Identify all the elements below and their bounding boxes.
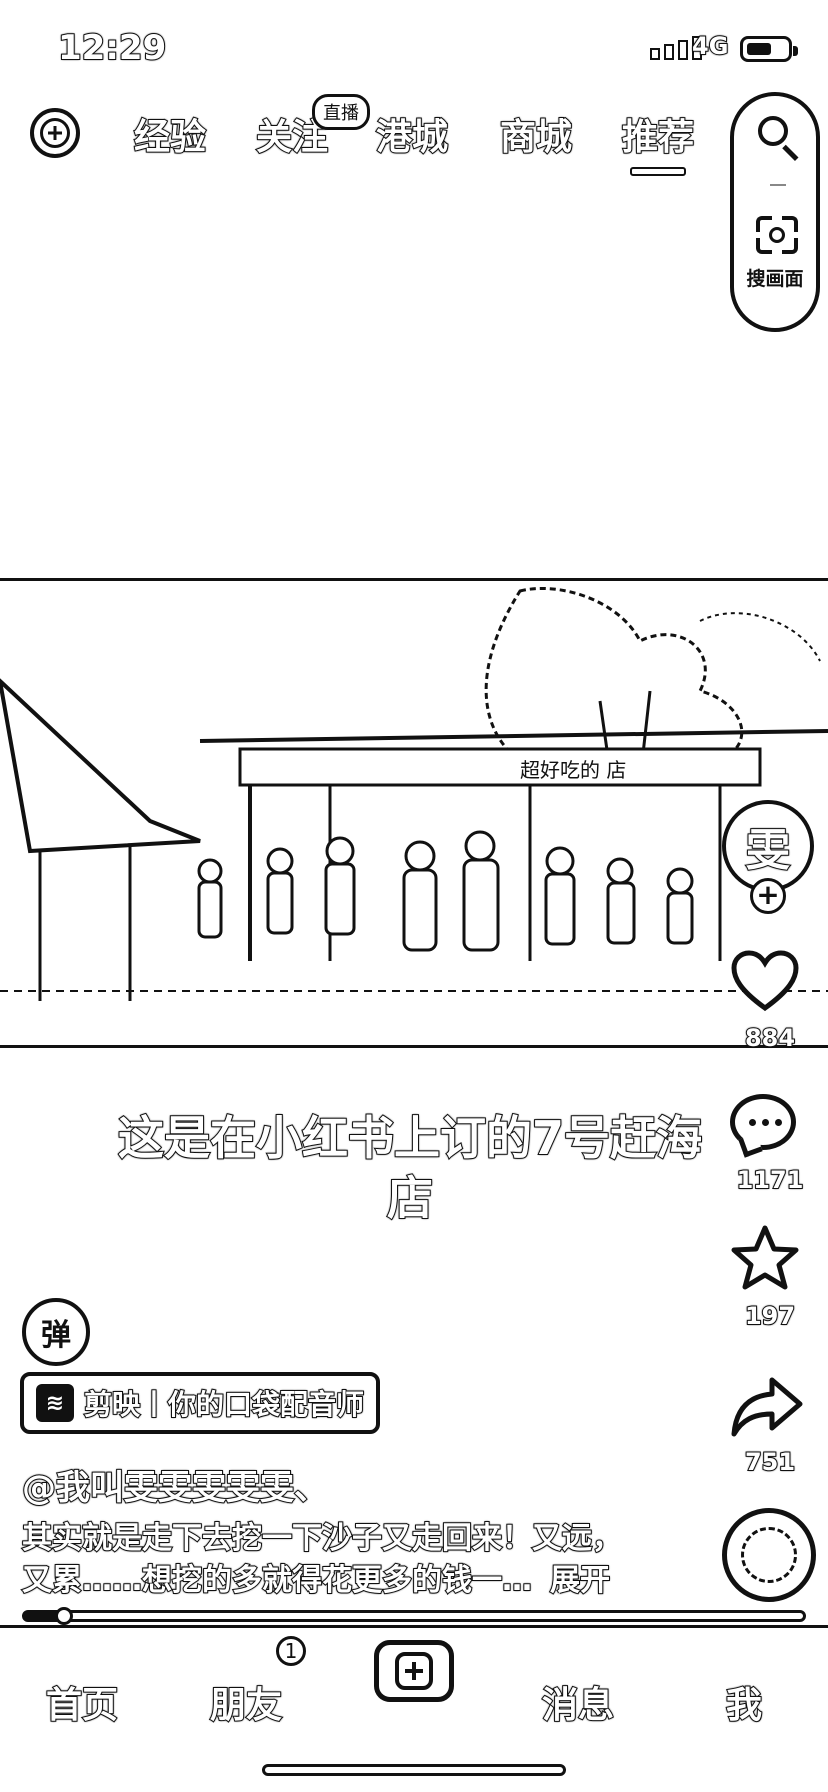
status-bar: 12:29 4G <box>0 0 828 90</box>
tab-mall[interactable]: 商城 <box>499 108 573 160</box>
danmaku-button[interactable]: 弹 <box>22 1298 90 1366</box>
search-panel: 搜画面 <box>730 92 820 332</box>
home-indicator[interactable] <box>262 1764 566 1776</box>
capcut-logo-icon: ≋ <box>36 1384 74 1422</box>
like-heart-icon[interactable] <box>730 950 800 1012</box>
comment-icon[interactable] <box>730 1094 796 1150</box>
image-search-icon[interactable] <box>756 216 798 254</box>
tab-recommended[interactable]: 推荐 <box>621 108 695 176</box>
add-circle-icon[interactable] <box>30 108 80 158</box>
network-type: 4G <box>691 31 729 61</box>
battery-icon <box>740 36 798 62</box>
video-progress-bar[interactable] <box>22 1607 806 1625</box>
tab-friends[interactable]: 朋友 <box>209 1676 283 1728</box>
favorite-count: 197 <box>744 1301 796 1331</box>
image-search-label[interactable]: 搜画面 <box>734 264 816 291</box>
comment-count: 1171 <box>736 1165 805 1195</box>
expand-button[interactable]: 展开 <box>549 1562 611 1599</box>
progress-knob[interactable] <box>54 1607 73 1625</box>
music-disc-icon[interactable] <box>722 1508 816 1602</box>
shop-sign: 超好吃的 店 <box>520 758 626 782</box>
plus-icon <box>395 1652 433 1690</box>
status-time: 12:29 <box>57 27 167 69</box>
description-line-2: 又累……想挖的多就得花更多的钱一… <box>21 1562 533 1599</box>
video-caption: 这是在小红书上订的7号赶海店 <box>117 1110 703 1226</box>
tab-messages[interactable]: 消息 <box>541 1676 615 1728</box>
follow-button[interactable]: + <box>750 878 786 914</box>
friends-badge: 1 <box>276 1636 306 1666</box>
like-count: 884 <box>744 1023 796 1053</box>
tab-local-city[interactable]: 港城 <box>375 108 449 160</box>
video-frame-scene: 超好吃的 店 <box>0 586 828 1001</box>
capcut-tag[interactable]: ≋ 剪映丨你的口袋配音师 <box>20 1372 381 1434</box>
divider <box>770 184 786 186</box>
tab-me[interactable]: 我 <box>725 1676 763 1728</box>
share-arrow-icon[interactable] <box>730 1374 804 1440</box>
tab-experience[interactable]: 经验 <box>133 108 207 160</box>
favorite-star-icon[interactable] <box>730 1224 800 1292</box>
post-button[interactable] <box>374 1640 454 1702</box>
capcut-tag-text: 剪映丨你的口袋配音师 <box>83 1387 365 1422</box>
author-name[interactable]: @我叫雯雯雯雯雯、 <box>21 1460 329 1509</box>
video-player[interactable]: 超好吃的 店 <box>0 578 828 1048</box>
video-description: 其实就是走下去挖一下沙子又走回来！又远， 又累……想挖的多就得花更多的钱一… 展开 <box>21 1518 623 1602</box>
share-count: 751 <box>744 1447 796 1477</box>
description-line-1: 其实就是走下去挖一下沙子又走回来！又远， <box>21 1520 623 1557</box>
live-badge: 直播 <box>312 94 370 130</box>
tab-home[interactable]: 首页 <box>45 1676 119 1728</box>
